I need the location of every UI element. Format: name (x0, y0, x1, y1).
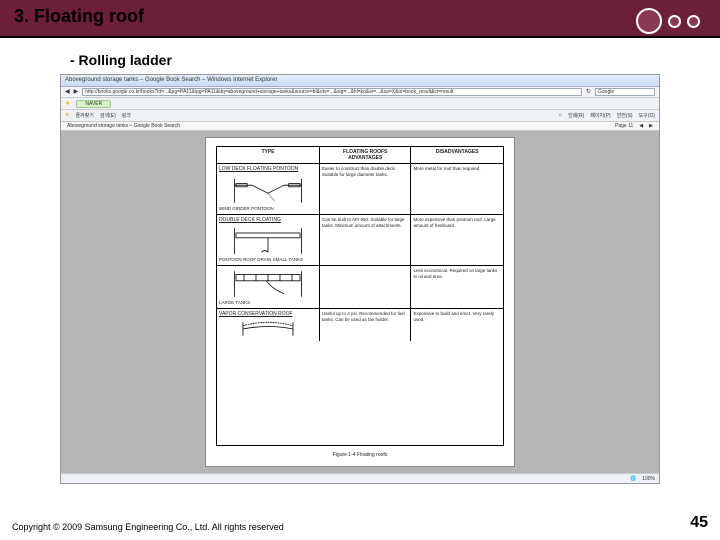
star-icon[interactable]: ★ (65, 112, 69, 118)
annotation: PONTOON (251, 206, 274, 211)
annotation: SMALL TANKS (273, 257, 303, 262)
address-bar-row: ◀ ▶ http://books.google.co.kr/books?id=.… (61, 87, 659, 99)
large-tank-sketch-icon (219, 268, 317, 300)
document-page: TYPE FLOATING ROOFS ADVANTAGES DISADVANT… (205, 137, 515, 467)
roof-type-label: LOW DECK FLOATING PONTOON (219, 166, 317, 172)
dis-cell: Less economical. Required on large tanks… (411, 266, 503, 308)
vapor-roof-sketch-icon (219, 319, 317, 339)
dis-cell: Expensive to build and erect. Very rarel… (411, 309, 503, 341)
adv-cell: Useful up to 4 psi. Recommended for fuel… (320, 309, 412, 341)
header-adv: ADVANTAGES (348, 155, 382, 161)
annotation: PONTOON (219, 257, 242, 262)
browser-tab[interactable]: NAVER (76, 100, 111, 108)
slide-header: 3. Floating roof (0, 0, 720, 38)
book-title: Aboveground storage tanks – Google Book … (67, 123, 180, 129)
adv-cell: Can be built to API 650. Suitable for la… (320, 215, 412, 265)
internet-zone-icon: 🌐 (630, 476, 636, 482)
ie-toolbar: ★ 즐겨찾기 검색(E) 링크 ⌂ 인쇄(R) 페이지(P) 안전(S) 도구(… (61, 110, 659, 122)
section-heading: 3. Floating roof (0, 6, 144, 27)
favorites-icon[interactable]: ★ (65, 100, 70, 107)
adv-cell: Easier to construct than double deck. Su… (320, 164, 412, 214)
slide-footer: Copyright © 2009 Samsung Engineering Co.… (12, 514, 708, 532)
table-row: DOUBLE DECK FLOATING PONTOON ROOF DRAIN … (217, 215, 503, 266)
annotation: WIND GIRDER (219, 206, 250, 211)
type-cell: DOUBLE DECK FLOATING PONTOON ROOF DRAIN … (217, 215, 320, 265)
copyright-text: Copyright © 2009 Samsung Engineering Co.… (12, 522, 284, 532)
floating-roof-table: TYPE FLOATING ROOFS ADVANTAGES DISADVANT… (216, 146, 504, 446)
section-title: Floating roof (34, 6, 144, 26)
header-dis: DISADVANTAGES (411, 147, 503, 163)
table-header-row: TYPE FLOATING ROOFS ADVANTAGES DISADVANT… (217, 147, 503, 164)
decorative-dots (636, 8, 700, 34)
next-page-icon[interactable]: ▶ (649, 123, 653, 129)
subheading: - Rolling ladder (0, 38, 720, 74)
status-bar: 🌐 100% (61, 473, 659, 483)
annotation: LARGE TANKS (219, 300, 250, 305)
double-deck-sketch-icon (219, 225, 317, 257)
window-titlebar: Aboveground storage tanks – Google Book … (61, 75, 659, 87)
type-cell: LARGE TANKS (217, 266, 320, 308)
figure-caption: Figure 1-4 Floating roofs (216, 452, 504, 458)
table-title-cell: FLOATING ROOFS ADVANTAGES (320, 147, 412, 163)
section-number: 3. (14, 6, 29, 26)
toolbar-item[interactable]: 안전(S) (617, 112, 633, 119)
toolbar-item[interactable]: 즐겨찾기 (75, 112, 93, 119)
page-indicator: Page 11 (615, 123, 633, 129)
annotation: ROOF DRAIN (243, 257, 271, 262)
tab-strip: ★ NAVER (61, 98, 659, 110)
toolbar-item[interactable]: 도구(O) (639, 112, 655, 119)
forward-icon[interactable]: ▶ (74, 88, 79, 95)
book-toolbar: Aboveground storage tanks – Google Book … (61, 122, 659, 132)
back-icon[interactable]: ◀ (65, 88, 70, 95)
toolbar-item[interactable]: 링크 (122, 112, 131, 119)
roof-type-label: DOUBLE DECK FLOATING (219, 217, 317, 223)
tab-label: NAVER (85, 101, 102, 107)
browser-screenshot: Aboveground storage tanks – Google Book … (60, 74, 660, 484)
type-cell: VAPOR CONSERVATION ROOF (217, 309, 320, 341)
zoom-level[interactable]: 100% (642, 476, 655, 482)
address-input[interactable]: http://books.google.co.kr/books?id=...&p… (82, 88, 582, 96)
toolbar-item[interactable]: 검색(E) (100, 112, 116, 119)
table-row: LOW DECK FLOATING PONTOON WIND GIRDER (217, 164, 503, 215)
type-cell: LOW DECK FLOATING PONTOON WIND GIRDER (217, 164, 320, 214)
home-icon[interactable]: ⌂ (559, 112, 562, 118)
document-viewport[interactable]: TYPE FLOATING ROOFS ADVANTAGES DISADVANT… (61, 131, 659, 473)
dis-cell: More expensive than pontoon roof. Large … (411, 215, 503, 265)
search-input[interactable]: Google (595, 88, 655, 96)
toolbar-item[interactable]: 페이지(P) (590, 112, 610, 119)
adv-cell (320, 266, 412, 308)
dot-icon (687, 15, 700, 28)
table-row: VAPOR CONSERVATION ROOF Useful up to 4 p… (217, 309, 503, 341)
dis-cell: More metal for roof than required. (411, 164, 503, 214)
dot-icon (668, 15, 681, 28)
prev-page-icon[interactable]: ◀ (639, 123, 643, 129)
refresh-icon[interactable]: ↻ (586, 88, 591, 95)
page-number: 45 (690, 514, 708, 532)
table-row: LARGE TANKS Less economical. Required on… (217, 266, 503, 309)
toolbar-item[interactable]: 인쇄(R) (568, 112, 584, 119)
header-type: TYPE (217, 147, 320, 163)
dot-icon (636, 8, 662, 34)
pontoon-sketch-icon (219, 174, 317, 206)
roof-type-label: VAPOR CONSERVATION ROOF (219, 311, 317, 317)
window-title: Aboveground storage tanks – Google Book … (65, 77, 277, 83)
